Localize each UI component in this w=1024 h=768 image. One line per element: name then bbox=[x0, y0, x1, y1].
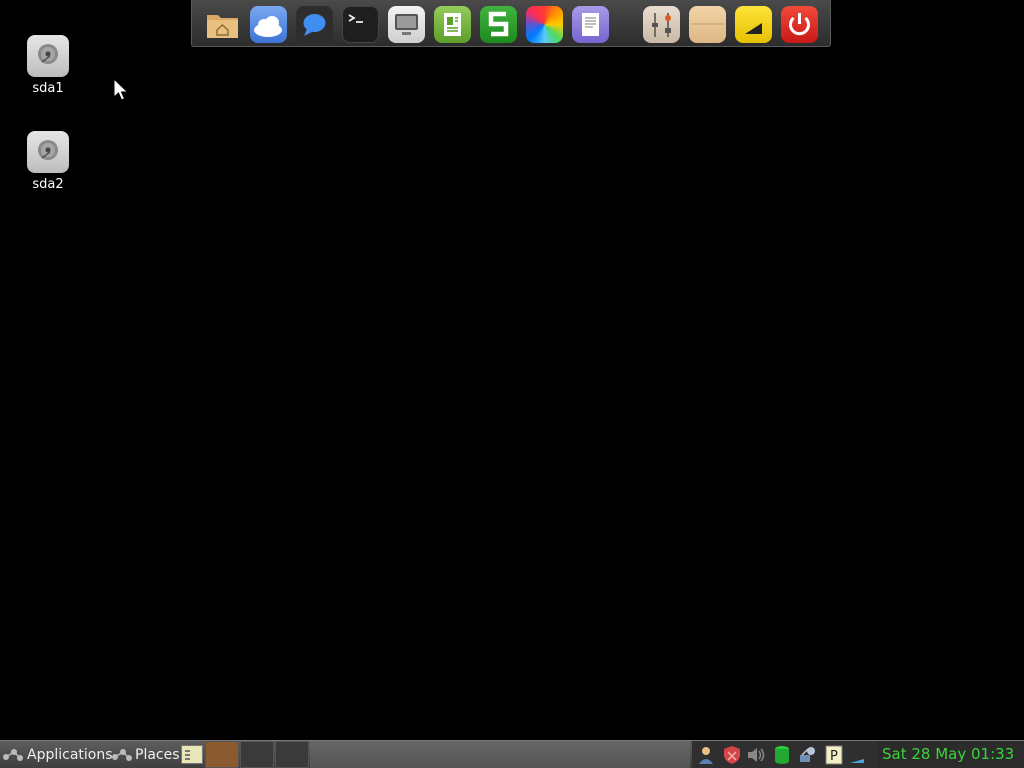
show-desktop-icon bbox=[185, 750, 190, 760]
dock bbox=[191, 0, 831, 47]
settings-sliders-icon[interactable] bbox=[643, 6, 680, 43]
workspace-2[interactable] bbox=[240, 741, 274, 768]
p-icon[interactable]: P bbox=[824, 745, 844, 765]
svg-text:P: P bbox=[830, 749, 838, 764]
drive-label: sda1 bbox=[32, 81, 64, 96]
workspace-1[interactable] bbox=[205, 741, 239, 768]
file-manager-icon[interactable] bbox=[689, 6, 726, 43]
desktop: sda1 sda2 bbox=[0, 0, 1024, 740]
window-list[interactable] bbox=[310, 741, 690, 768]
wifi-signal-icon[interactable] bbox=[735, 6, 772, 43]
workspace-3[interactable] bbox=[275, 741, 309, 768]
taskbar: Applications Places P Sat 28 May 01:33 bbox=[0, 740, 1024, 768]
places-label: Places bbox=[135, 747, 180, 763]
show-desktop-button[interactable] bbox=[181, 745, 203, 764]
power-icon[interactable] bbox=[781, 6, 818, 43]
hard-drive-icon bbox=[27, 131, 69, 173]
mouse-cursor-icon bbox=[113, 78, 129, 101]
applications-label: Applications bbox=[27, 747, 113, 763]
document-viewer-icon[interactable] bbox=[434, 6, 471, 43]
places-menu-icon bbox=[112, 749, 132, 761]
computer-icon[interactable] bbox=[388, 6, 425, 43]
battery-indicator-icon[interactable] bbox=[848, 745, 868, 765]
hard-drive-icon bbox=[27, 35, 69, 77]
applications-menu-button[interactable]: Applications bbox=[2, 744, 113, 766]
home-folder-icon[interactable] bbox=[204, 6, 241, 43]
color-wheel-icon[interactable] bbox=[526, 6, 563, 43]
clock: Sat 28 May 01:33 bbox=[882, 745, 1015, 763]
network-icon[interactable] bbox=[798, 745, 818, 765]
database-icon[interactable] bbox=[772, 745, 792, 765]
volume-icon[interactable] bbox=[746, 745, 766, 765]
places-menu-button[interactable]: Places bbox=[111, 744, 180, 766]
clock-area[interactable]: Sat 28 May 01:33 bbox=[877, 741, 1024, 768]
user-icon[interactable] bbox=[696, 745, 716, 765]
drive-label: sda2 bbox=[32, 177, 64, 192]
terminal-icon[interactable] bbox=[342, 6, 379, 43]
desktop-icon-sda1[interactable]: sda1 bbox=[18, 35, 78, 99]
system-tray: P bbox=[692, 741, 877, 768]
text-editor-icon[interactable] bbox=[572, 6, 609, 43]
cloud-icon[interactable] bbox=[250, 6, 287, 43]
shield-icon[interactable] bbox=[722, 745, 742, 765]
desktop-icon-sda2[interactable]: sda2 bbox=[18, 131, 78, 195]
chat-icon[interactable] bbox=[296, 6, 333, 43]
applications-menu-icon bbox=[3, 749, 23, 761]
spreadsheet-icon[interactable] bbox=[480, 6, 517, 43]
